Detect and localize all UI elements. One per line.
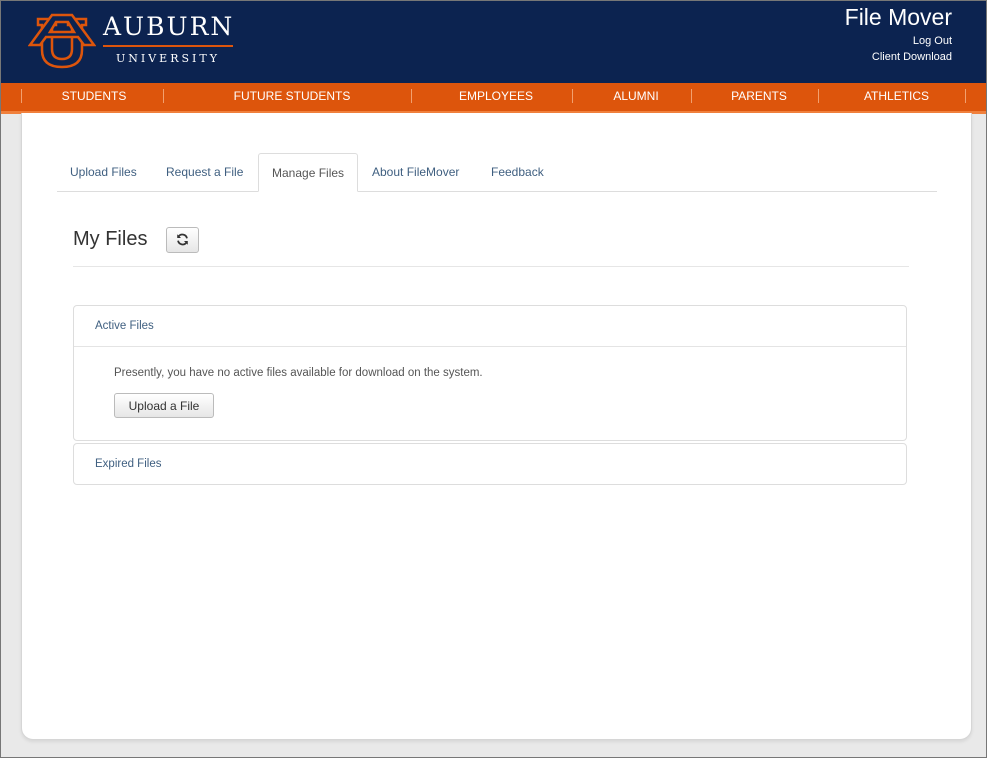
tab-upload-files[interactable]: Upload Files <box>57 153 150 191</box>
active-files-heading[interactable]: Active Files <box>74 306 906 347</box>
page-title: My Files <box>73 228 148 250</box>
nav-item-alumni[interactable]: ALUMNI <box>572 83 700 111</box>
logo-subtitle: UNIVERSITY <box>116 52 220 65</box>
content-card: Upload Files Request a File Manage Files… <box>21 113 972 740</box>
au-monogram-icon <box>28 13 96 69</box>
no-active-files-message: Presently, you have no active files avai… <box>114 367 483 379</box>
refresh-button[interactable] <box>166 227 199 253</box>
logo-rule <box>103 45 233 47</box>
active-files-panel: Active Files Presently, you have no acti… <box>73 305 907 441</box>
title-divider <box>73 266 909 267</box>
site-header: AUBURN UNIVERSITY File Mover Log Out Cli… <box>1 1 986 83</box>
auburn-logo[interactable]: AUBURN UNIVERSITY <box>28 13 238 69</box>
nav-item-parents[interactable]: PARENTS <box>691 83 827 111</box>
tab-feedback[interactable]: Feedback <box>478 153 557 191</box>
tab-bar: Upload Files Request a File Manage Files… <box>57 153 937 192</box>
nav-item-employees[interactable]: EMPLOYEES <box>411 83 581 111</box>
nav-separator <box>965 89 966 103</box>
expired-files-heading[interactable]: Expired Files <box>74 444 906 484</box>
nav-item-future-students[interactable]: FUTURE STUDENTS <box>163 83 421 111</box>
expired-files-panel: Expired Files <box>73 443 907 485</box>
app-title: File Mover <box>844 4 952 30</box>
logo-wordmark: AUBURN <box>103 12 235 41</box>
main-nav: STUDENTS FUTURE STUDENTS EMPLOYEES ALUMN… <box>1 83 986 114</box>
tab-manage-files[interactable]: Manage Files <box>258 153 359 192</box>
upload-a-file-button[interactable]: Upload a File <box>114 393 214 418</box>
tab-about-filemover[interactable]: About FileMover <box>359 153 472 191</box>
logout-link[interactable]: Log Out <box>913 35 952 47</box>
nav-item-athletics[interactable]: ATHLETICS <box>818 83 975 111</box>
tab-request-a-file[interactable]: Request a File <box>153 153 256 191</box>
nav-item-students[interactable]: STUDENTS <box>21 83 167 111</box>
client-download-link[interactable]: Client Download <box>872 51 952 63</box>
refresh-icon <box>177 233 188 246</box>
